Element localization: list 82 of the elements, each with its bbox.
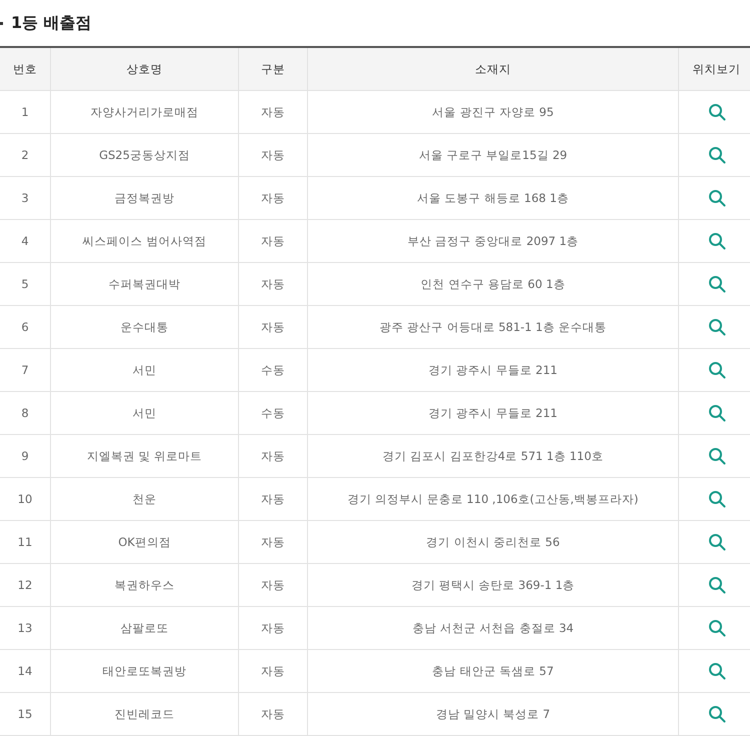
table-cell: 자동	[238, 520, 308, 564]
table-cell: 천운	[50, 478, 238, 520]
table-cell: 경기 김포시 김포한강4로 571 1층 110호	[308, 434, 678, 478]
table-cell: 자동	[238, 692, 308, 736]
search-icon[interactable]	[708, 189, 726, 207]
table-cell: 복권하우스	[50, 564, 238, 606]
table-cell: 8	[0, 392, 50, 434]
section-title: 1등 배출점	[11, 12, 92, 34]
search-icon[interactable]	[708, 103, 726, 121]
table-cell: 6	[0, 306, 50, 348]
table-cell: 자동	[238, 176, 308, 220]
table-cell: 14	[0, 650, 50, 692]
table-cell: 12	[0, 564, 50, 606]
table-cell: 3	[0, 176, 50, 220]
column-header: 소재지	[308, 47, 678, 90]
table-cell: GS25궁동상지점	[50, 134, 238, 176]
table-cell: 씨스페이스 범어사역점	[50, 220, 238, 262]
table-cell: 11	[0, 520, 50, 564]
table-cell: 금정복권방	[50, 176, 238, 220]
search-icon[interactable]	[708, 533, 726, 551]
search-icon[interactable]	[708, 490, 726, 508]
table-cell: 인천 연수구 용담로 60 1층	[308, 262, 678, 306]
table-cell: 경기 이천시 중리천로 56	[308, 520, 678, 564]
table-cell: 수퍼복권대박	[50, 262, 238, 306]
column-header: 위치보기	[678, 47, 750, 90]
table-cell: OK편의점	[50, 520, 238, 564]
table-cell: 경기 광주시 무들로 211	[308, 392, 678, 434]
search-icon[interactable]	[708, 146, 726, 164]
table-cell: 10	[0, 478, 50, 520]
table-cell: 경기 광주시 무들로 211	[308, 348, 678, 392]
search-icon[interactable]	[708, 662, 726, 680]
table-cell: 자동	[238, 220, 308, 262]
table-cell: 부산 금정구 중앙대로 2097 1층	[308, 220, 678, 262]
table-cell: 자동	[238, 134, 308, 176]
table-cell: 수동	[238, 392, 308, 434]
table-cell: 삼팔로또	[50, 606, 238, 650]
column-header: 상호명	[50, 47, 238, 90]
search-icon[interactable]	[708, 447, 726, 465]
table-cell: 4	[0, 220, 50, 262]
table-cell: 경남 밀양시 북성로 7	[308, 692, 678, 736]
table-cell: 태안로또복권방	[50, 650, 238, 692]
table-cell: 15	[0, 692, 50, 736]
table-cell: 자동	[238, 564, 308, 606]
table-cell: 수동	[238, 348, 308, 392]
search-icon[interactable]	[708, 275, 726, 293]
table-cell: 자동	[238, 90, 308, 134]
search-icon[interactable]	[708, 705, 726, 723]
table-cell: 서울 광진구 자양로 95	[308, 90, 678, 134]
table-cell: 자동	[238, 606, 308, 650]
table-cell: 5	[0, 262, 50, 306]
table-cell: 경기 평택시 송탄로 369-1 1층	[308, 564, 678, 606]
table-cell: 자동	[238, 650, 308, 692]
search-icon[interactable]	[708, 619, 726, 637]
column-header: 번호	[0, 47, 50, 90]
table-cell: 서울 도봉구 해등로 168 1층	[308, 176, 678, 220]
table-cell: 충남 태안군 독샘로 57	[308, 650, 678, 692]
table-cell: 7	[0, 348, 50, 392]
table-cell: 1	[0, 90, 50, 134]
table-cell: 자동	[238, 262, 308, 306]
search-icon[interactable]	[708, 232, 726, 250]
column-header: 구분	[238, 47, 308, 90]
bullet-icon	[0, 22, 3, 24]
table-cell: 운수대통	[50, 306, 238, 348]
table-cell: 광주 광산구 어등대로 581-1 1층 운수대통	[308, 306, 678, 348]
table-cell: 자동	[238, 434, 308, 478]
table-cell: 충남 서천군 서천읍 충절로 34	[308, 606, 678, 650]
table-cell: 자동	[238, 306, 308, 348]
table-cell: 서민	[50, 348, 238, 392]
search-icon[interactable]	[708, 404, 726, 422]
table-cell: 서울 구로구 부일로15길 29	[308, 134, 678, 176]
table-cell: 경기 의정부시 문충로 110 ,106호(고산동,백봉프라자)	[308, 478, 678, 520]
table-cell: 지엘복권 및 위로마트	[50, 434, 238, 478]
search-icon[interactable]	[708, 318, 726, 336]
table-cell: 자동	[238, 478, 308, 520]
table-cell: 9	[0, 434, 50, 478]
table-cell: 서민	[50, 392, 238, 434]
table-cell: 자양사거리가로매점	[50, 90, 238, 134]
table-cell: 진빈레코드	[50, 692, 238, 736]
search-icon[interactable]	[708, 576, 726, 594]
search-icon[interactable]	[708, 361, 726, 379]
table-cell: 13	[0, 606, 50, 650]
table-cell: 2	[0, 134, 50, 176]
